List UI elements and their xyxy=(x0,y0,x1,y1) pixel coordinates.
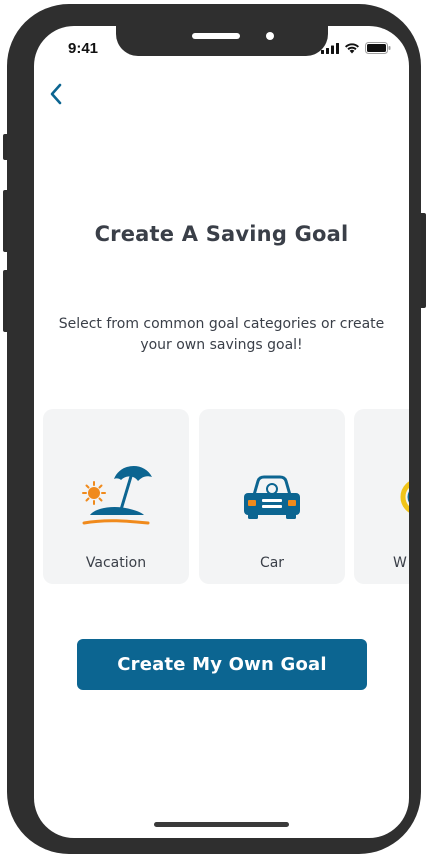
category-card-car[interactable]: Car xyxy=(199,409,345,584)
status-icons xyxy=(321,42,391,54)
category-card-wedding[interactable]: W xyxy=(354,409,409,584)
notch xyxy=(116,26,328,56)
category-card-vacation[interactable]: Vacation xyxy=(43,409,189,584)
category-label: Vacation xyxy=(85,555,147,571)
category-label: W xyxy=(393,555,407,571)
status-time: 9:41 xyxy=(68,40,99,57)
wifi-icon xyxy=(345,43,359,54)
category-label: Car xyxy=(259,555,285,571)
phone-frame: 9:41 Create A Saving Goal Select from co… xyxy=(7,4,421,854)
speaker-grille xyxy=(192,33,240,39)
home-indicator xyxy=(154,822,289,827)
beach-umbrella-icon xyxy=(82,465,152,525)
front-camera xyxy=(266,32,274,40)
battery-icon xyxy=(365,42,391,54)
back-button[interactable] xyxy=(44,80,68,108)
page-subtitle: Select from common goal categories or cr… xyxy=(58,316,385,353)
signal-icon xyxy=(321,42,339,54)
device-stage: 9:41 Create A Saving Goal Select from co… xyxy=(0,0,429,858)
ring-icon xyxy=(400,481,409,513)
create-own-goal-button[interactable]: Create My Own Goal xyxy=(77,639,367,690)
car-icon xyxy=(244,475,300,519)
chevron-left-icon xyxy=(50,83,62,105)
app-screen: 9:41 Create A Saving Goal Select from co… xyxy=(34,26,409,838)
page-title: Create A Saving Goal xyxy=(94,222,349,246)
